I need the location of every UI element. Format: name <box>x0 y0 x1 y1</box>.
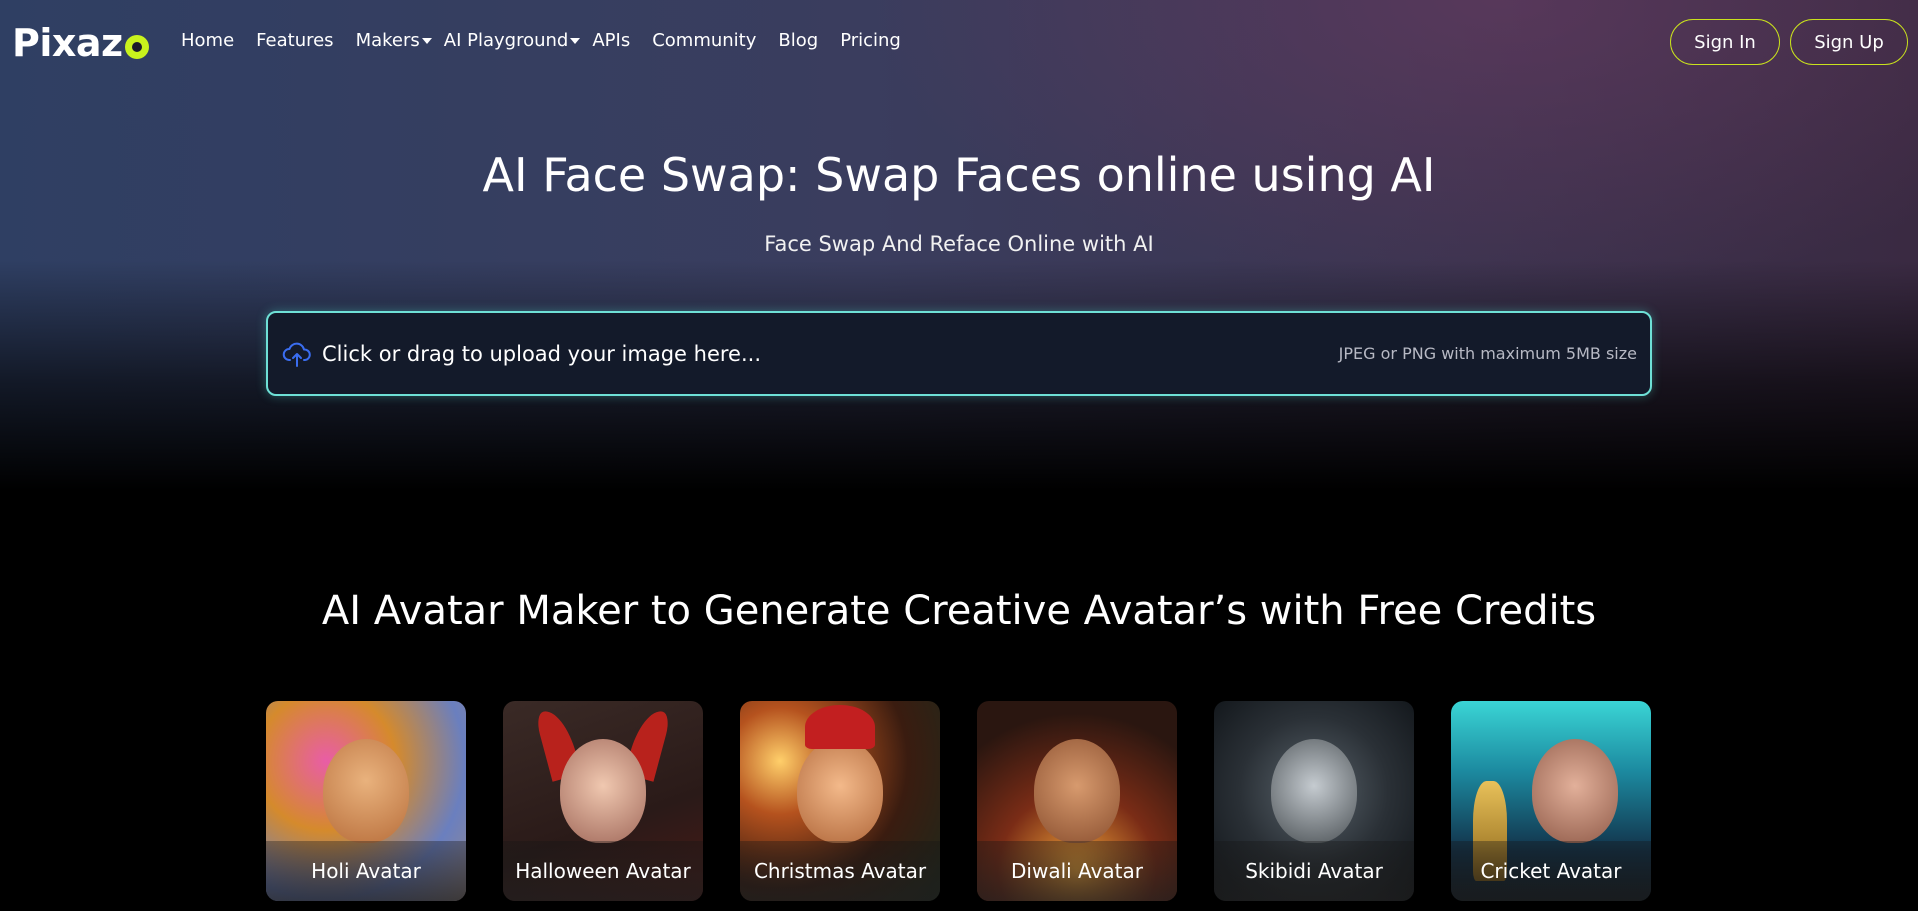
sign-up-button[interactable]: Sign Up <box>1790 19 1908 65</box>
nav-blog[interactable]: Blog <box>778 30 818 51</box>
avatar-face <box>560 739 646 843</box>
nav-home-label: Home <box>181 30 235 51</box>
avatar-card-label: Diwali Avatar <box>977 841 1177 901</box>
avatar-card-label: Cricket Avatar <box>1451 841 1651 901</box>
nav-ai-playground-dropdown[interactable]: AI Playground <box>444 30 581 51</box>
avatar-face <box>797 739 883 843</box>
avatar-face <box>1271 739 1357 843</box>
avatar-card-diwali[interactable]: Diwali Avatar <box>977 701 1177 901</box>
upload-hint: JPEG or PNG with maximum 5MB size <box>1338 344 1637 363</box>
avatar-card-label: Christmas Avatar <box>740 841 940 901</box>
avatar-card-cricket[interactable]: Cricket Avatar <box>1451 701 1651 901</box>
avatar-card-label: Skibidi Avatar <box>1214 841 1414 901</box>
nav-pricing[interactable]: Pricing <box>840 30 901 51</box>
avatar-face <box>1034 739 1120 843</box>
avatar-card-skibidi[interactable]: Skibidi Avatar <box>1214 701 1414 901</box>
avatar-card-holi[interactable]: Holi Avatar <box>266 701 466 901</box>
avatar-card-label: Halloween Avatar <box>503 841 703 901</box>
avatar-card-christmas[interactable]: Christmas Avatar <box>740 701 940 901</box>
nav-community-label: Community <box>652 30 757 51</box>
logo-text: Pixaz <box>12 21 123 65</box>
top-nav: Pixaz Home Features Makers AI Playground… <box>0 0 1918 86</box>
nav-features[interactable]: Features <box>256 30 333 51</box>
nav-apis[interactable]: APIs <box>592 30 630 51</box>
logo-mark-icon <box>124 35 149 59</box>
avatar-card-halloween[interactable]: Halloween Avatar <box>503 701 703 901</box>
avatar-card-label: Holi Avatar <box>266 841 466 901</box>
nav-apis-label: APIs <box>592 30 631 51</box>
nav-community[interactable]: Community <box>652 30 756 51</box>
avatar-cards: Holi Avatar Halloween Avatar Christmas A… <box>266 701 1651 901</box>
nav-makers-dropdown[interactable]: Makers <box>356 30 432 51</box>
avatar-face <box>1532 739 1618 843</box>
nav-ai-playground-label: AI Playground <box>443 30 569 51</box>
avatar-face <box>323 739 409 843</box>
santa-hat-decoration <box>805 705 875 749</box>
caret-down-icon <box>421 37 432 44</box>
hero-subtitle: Face Swap And Reface Online with AI <box>764 232 1154 256</box>
nav-features-label: Features <box>256 30 334 51</box>
hero-title: AI Face Swap: Swap Faces online using AI <box>482 148 1436 202</box>
cloud-upload-icon <box>282 339 312 369</box>
page: Pixaz Home Features Makers AI Playground… <box>0 0 1918 911</box>
nav-home[interactable]: Home <box>181 30 234 51</box>
nav-blog-label: Blog <box>778 30 819 51</box>
caret-down-icon <box>570 37 581 44</box>
nav-pricing-label: Pricing <box>840 30 901 51</box>
image-upload-dropzone[interactable]: Click or drag to upload your image here.… <box>266 311 1652 396</box>
upload-prompt: Click or drag to upload your image here.… <box>322 341 761 366</box>
nav-makers-label: Makers <box>355 30 420 51</box>
avatar-section-title: AI Avatar Maker to Generate Creative Ava… <box>321 588 1597 634</box>
pixazo-logo[interactable]: Pixaz <box>12 20 149 66</box>
sign-in-button[interactable]: Sign In <box>1670 19 1780 65</box>
nav-links: Home Features Makers AI Playground APIs … <box>181 30 923 51</box>
